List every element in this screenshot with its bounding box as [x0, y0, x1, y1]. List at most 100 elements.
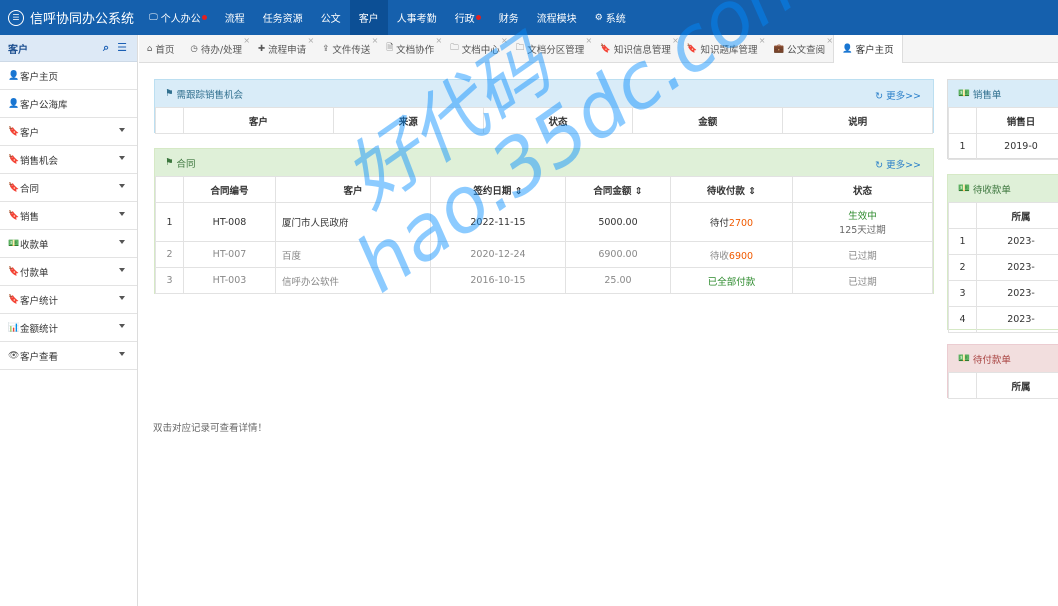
pending-payment: 待付2700	[670, 202, 793, 242]
column-header[interactable]: 客户	[275, 176, 431, 203]
sidebar-item-8[interactable]: 🔖 客户统计	[0, 286, 137, 314]
nav-item-0[interactable]: 🖵 个人办公	[140, 0, 216, 35]
column-header[interactable]: 合同金额 ⇕	[565, 176, 671, 203]
sidebar-item-2[interactable]: 🔖 客户	[0, 118, 137, 146]
close-icon[interactable]: ×	[372, 36, 379, 45]
column-header[interactable]: 签约日期 ⇕	[430, 176, 566, 203]
contract-amount: 5000.00	[565, 202, 671, 242]
column-header[interactable]: 合同编号	[183, 176, 276, 203]
caret-down-icon	[119, 128, 125, 132]
close-icon[interactable]: ×	[307, 36, 314, 45]
share-icon: ⇪	[322, 44, 330, 54]
tab-4[interactable]: 🗎 文档协作 ×	[378, 35, 442, 63]
money-icon: 💵	[8, 238, 20, 249]
close-icon[interactable]: ×	[435, 36, 442, 45]
nav-item-5[interactable]: 人事考勤	[388, 0, 446, 35]
nav-item-label: 行政	[454, 14, 475, 25]
close-icon[interactable]: ×	[826, 36, 833, 45]
sidebar-item-9[interactable]: 📊 金额统计	[0, 314, 137, 342]
close-icon[interactable]: ×	[586, 36, 593, 45]
sidebar-item-label: 销售	[20, 211, 40, 223]
tab-0[interactable]: ⌂ 首页	[139, 35, 182, 63]
table-row[interactable]: 4 2023-	[948, 306, 1058, 333]
table-row[interactable]: 3 2023-	[948, 280, 1058, 307]
bookmark-icon: 🔖	[600, 44, 611, 54]
sign-date: 2022-11-15	[430, 202, 566, 242]
receivable-table: 所属 1 2023- 2 2023- 3 2023- 4 2023-	[948, 202, 1058, 333]
nav-item-3[interactable]: 公文	[312, 0, 350, 35]
nav-item-label: 任务资源	[262, 14, 303, 25]
caret-down-icon	[119, 212, 125, 216]
caret-down-icon	[119, 324, 125, 328]
opportunity-panel-header: ⚑ 需跟踪销售机会 ↻ 更多>>	[155, 80, 933, 107]
clock-icon: ◷	[190, 44, 198, 54]
tab-10[interactable]: 👤 客户主页	[833, 35, 903, 63]
tab-6[interactable]: 🗀 文档分区管理 ×	[508, 35, 593, 63]
column-header[interactable]: 说明	[782, 107, 933, 134]
nav-item-8[interactable]: 流程模块	[528, 0, 586, 35]
nav-item-9[interactable]: ⚙ 系统	[586, 0, 635, 35]
column-header[interactable]: 金额	[632, 107, 784, 134]
menu-icon[interactable]: ☰	[117, 41, 127, 55]
close-icon[interactable]: ×	[759, 36, 766, 45]
column-header[interactable]: 待收付款 ⇕	[670, 176, 793, 203]
tab-3[interactable]: ⇪ 文件传送 ×	[314, 35, 378, 63]
sidebar-item-1[interactable]: 👤 客户公海库	[0, 90, 137, 118]
tab-label: 知识信息管理	[613, 45, 671, 56]
tab-2[interactable]: ✚ 流程申请 ×	[250, 35, 314, 63]
sidebar-item-label: 客户主页	[20, 71, 59, 83]
opportunity-more-link[interactable]: ↻ 更多>>	[875, 88, 921, 102]
tab-8[interactable]: 🔖 知识题库管理 ×	[679, 35, 766, 63]
column-header[interactable]: 状态	[482, 107, 634, 134]
close-icon[interactable]: ×	[672, 36, 679, 45]
app-logo[interactable]: ☰ 信呼协同办公系统	[8, 0, 134, 35]
refresh-icon: ↻	[875, 160, 887, 171]
table-row[interactable]: 1 2023-	[948, 228, 1058, 255]
sidebar-item-label: 客户统计	[20, 295, 59, 307]
sidebar-item-4[interactable]: 🔖 合同	[0, 174, 137, 202]
user-icon: 👤	[8, 98, 20, 109]
sidebar-item-5[interactable]: 🔖 销售	[0, 202, 137, 230]
table-row[interactable]: 3 HT-003 信呼办公软件 2016-10-15 25.00 已全部付款 已过期	[155, 267, 933, 294]
sidebar-item-label: 客户查看	[20, 351, 59, 363]
contract-panel: ⚑ 合同 ↻ 更多>> 合同编号 客户 签约日期 ⇕ 合同金额 ⇕ 待收付款 ⇕ 状态 1…	[154, 148, 934, 294]
search-icon[interactable]: ⌕	[103, 41, 109, 55]
caret-down-icon	[119, 184, 125, 188]
column-header[interactable]: 来源	[332, 107, 484, 134]
column-header[interactable]: 客户	[183, 107, 334, 134]
status-cell: 已过期	[792, 241, 933, 268]
contract-table: 合同编号 客户 签约日期 ⇕ 合同金额 ⇕ 待收付款 ⇕ 状态 1 HT-008 厦门市人民政…	[155, 176, 933, 294]
table-row[interactable]: 2 HT-007 百度 2020-12-24 6900.00 待收6900 已过期	[155, 241, 933, 268]
table-row[interactable]: 2 2023-	[948, 254, 1058, 281]
table-row[interactable]: 1 2019-0	[948, 133, 1058, 160]
caret-down-icon	[119, 240, 125, 244]
nav-item-2[interactable]: 任务资源	[254, 0, 312, 35]
sidebar-item-3[interactable]: 🔖 销售机会	[0, 146, 137, 174]
tab-5[interactable]: 🗀 文档中心 ×	[442, 35, 508, 63]
column-header[interactable]: 状态	[792, 176, 933, 203]
nav-item-1[interactable]: 流程	[216, 0, 254, 35]
caret-down-icon	[119, 352, 125, 356]
sidebar-item-7[interactable]: 🔖 付款单	[0, 258, 137, 286]
contract-more-link[interactable]: ↻ 更多>>	[875, 157, 921, 171]
sidebar-item-0[interactable]: 👤 客户主页	[0, 62, 137, 90]
close-icon[interactable]: ×	[243, 36, 250, 45]
sales-date-header: 销售日	[976, 107, 1058, 134]
tab-1[interactable]: ◷ 待办/处理 ×	[182, 35, 250, 63]
table-row[interactable]: 1 HT-008 厦门市人民政府 2022-11-15 5000.00 待付2700 生效中…	[155, 202, 933, 242]
tab-7[interactable]: 🔖 知识信息管理 ×	[592, 35, 679, 63]
opportunity-title: 需跟踪销售机会	[176, 89, 244, 101]
sidebar-item-6[interactable]: 💵 收款单	[0, 230, 137, 258]
nav-item-4[interactable]: 客户	[349, 0, 388, 35]
tab-label: 文件传送	[332, 45, 371, 56]
nav-item-6[interactable]: 行政	[446, 0, 490, 35]
sidebar-item-label: 金额统计	[20, 323, 59, 335]
nav-item-7[interactable]: 财务	[490, 0, 528, 35]
sales-panel-header: 💵 销售单	[948, 80, 1058, 107]
sidebar-item-10[interactable]: 👁 客户查看	[0, 342, 137, 370]
payable-header: 所属	[976, 372, 1058, 399]
close-icon[interactable]: ×	[501, 36, 508, 45]
tab-9[interactable]: 💼 公文查阅 ×	[765, 35, 833, 63]
tab-bar: ⌂ 首页 ◷ 待办/处理 × ✚ 流程申请 × ⇪ 文件传送 × 🗎 文档协作 × 🗀 文档中心 × 🗀 文档分区管…	[139, 35, 1058, 63]
status-cell: 已过期	[792, 267, 933, 294]
